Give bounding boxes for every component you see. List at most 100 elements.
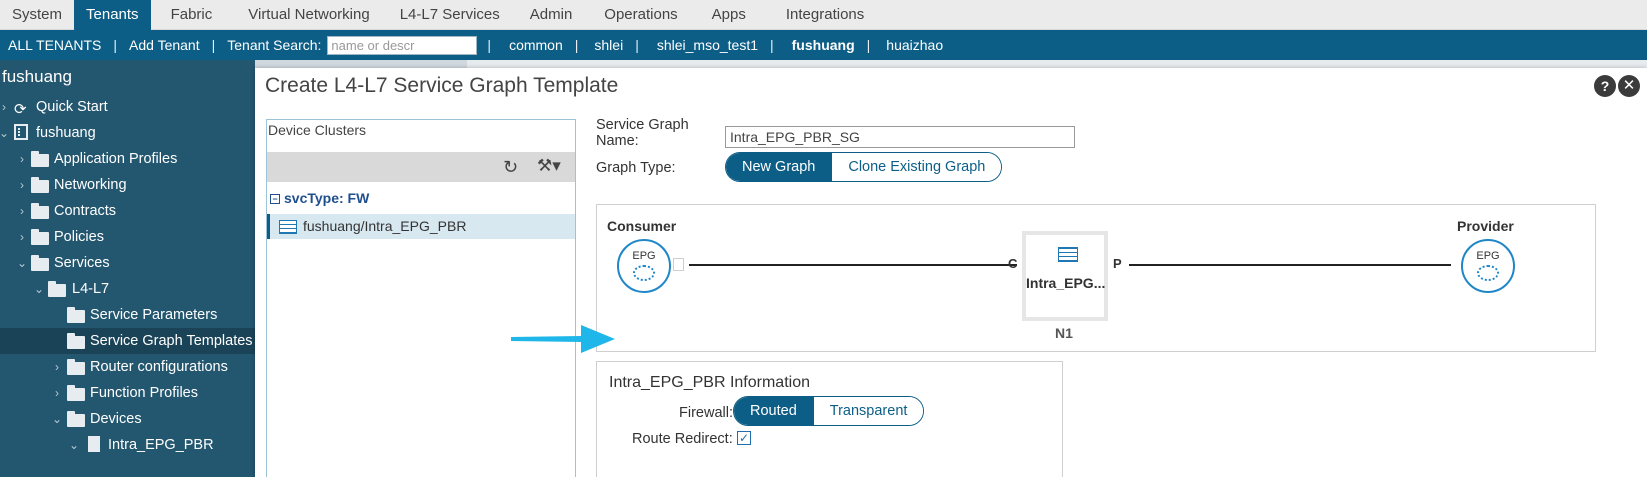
tenant-link-shlei[interactable]: shlei bbox=[582, 37, 631, 53]
epg-text: EPG bbox=[632, 250, 656, 262]
nav-item-label: Devices bbox=[90, 411, 142, 427]
chevron-right-icon[interactable]: › bbox=[16, 198, 28, 224]
chevron-right-icon[interactable]: › bbox=[16, 146, 28, 172]
nav-item-intra-epg-pbr[interactable]: ⌄ Intra_EPG_PBR bbox=[0, 432, 255, 458]
main-header-strip bbox=[255, 60, 1647, 68]
chevron-right-icon[interactable]: › bbox=[16, 172, 28, 198]
epg-text: EPG bbox=[1476, 250, 1500, 262]
service-graph-name-label: Service Graph Name: bbox=[596, 117, 689, 149]
nav-item-label: Services bbox=[54, 255, 110, 271]
separator: | bbox=[487, 37, 492, 53]
device-clusters-panel: Device Clusters ↻ ⚒▾ − svcType: FW fushua… bbox=[266, 119, 576, 477]
node-information-panel: Intra_EPG_PBR Information Firewall: Rout… bbox=[596, 361, 1063, 477]
nav-item-l4-l7[interactable]: ⌄ L4-L7 bbox=[0, 276, 255, 302]
transparent-option[interactable]: Transparent bbox=[812, 397, 924, 425]
tab-operations[interactable]: Operations bbox=[584, 0, 689, 30]
tab-integrations[interactable]: Integrations bbox=[758, 0, 876, 30]
nav-item-contracts[interactable]: › Contracts bbox=[0, 198, 255, 224]
nav-item-networking[interactable]: › Networking bbox=[0, 172, 255, 198]
folder-icon bbox=[31, 203, 49, 219]
tools-icon[interactable]: ⚒▾ bbox=[537, 156, 561, 176]
tab-apps[interactable]: Apps bbox=[690, 0, 758, 30]
device-clusters-title: Device Clusters bbox=[268, 122, 367, 138]
route-redirect-checkbox[interactable]: ✓ bbox=[737, 431, 751, 445]
service-graph-name-input[interactable] bbox=[725, 126, 1075, 148]
service-node-n1[interactable]: Intra_EPG... bbox=[1022, 231, 1108, 321]
tab-virtual-networking[interactable]: Virtual Networking bbox=[224, 0, 381, 30]
tab-admin[interactable]: Admin bbox=[512, 0, 585, 30]
node-information-title: Intra_EPG_PBR Information bbox=[609, 374, 810, 391]
epg-glyph bbox=[1477, 265, 1499, 281]
nav-item-policies[interactable]: › Policies bbox=[0, 224, 255, 250]
nav-item-devices[interactable]: ⌄ Devices bbox=[0, 406, 255, 432]
nav-title: fushuang bbox=[2, 67, 72, 86]
separator: | bbox=[770, 37, 774, 53]
add-tenant-link[interactable]: Add Tenant bbox=[121, 37, 208, 53]
nav-item-router-configurations[interactable]: › Router configurations bbox=[0, 354, 255, 380]
nav-item-services[interactable]: ⌄ Services bbox=[0, 250, 255, 276]
nav-item-application-profiles[interactable]: › Application Profiles bbox=[0, 146, 255, 172]
provider-epg-icon[interactable]: EPG bbox=[1461, 239, 1515, 293]
device-cluster-label: fushuang/Intra_EPG_PBR bbox=[303, 218, 467, 234]
create-service-graph-dialog: Create L4-L7 Service Graph Template ? ✕ … bbox=[255, 68, 1647, 477]
chevron-down-icon[interactable]: ⌄ bbox=[68, 432, 80, 458]
provider-label: Provider bbox=[1457, 218, 1514, 234]
consumer-epg-icon[interactable]: EPG bbox=[617, 239, 671, 293]
nav-item-function-profiles[interactable]: › Function Profiles bbox=[0, 380, 255, 406]
svctype-label: svcType: FW bbox=[284, 190, 370, 206]
chevron-down-icon[interactable]: ⌄ bbox=[16, 250, 28, 276]
chevron-right-icon[interactable]: › bbox=[51, 380, 63, 406]
firewall-label: Firewall: bbox=[679, 405, 733, 421]
graph-type-label: Graph Type: bbox=[596, 160, 676, 176]
tenant-link-shlei-mso-test1[interactable]: shlei_mso_test1 bbox=[643, 37, 766, 53]
folder-icon bbox=[67, 411, 85, 427]
refresh-icon[interactable]: ↻ bbox=[503, 157, 518, 178]
tab-l4-l7-services[interactable]: L4-L7 Services bbox=[382, 0, 512, 30]
consumer-port[interactable] bbox=[673, 258, 684, 271]
chevron-right-icon[interactable]: › bbox=[16, 224, 28, 250]
tenant-link-common[interactable]: common bbox=[495, 37, 571, 53]
folder-icon bbox=[67, 359, 85, 375]
clone-existing-graph-option[interactable]: Clone Existing Graph bbox=[831, 153, 1002, 181]
tab-tenants[interactable]: Tenants bbox=[74, 0, 151, 30]
tab-fabric[interactable]: Fabric bbox=[151, 0, 225, 30]
folder-icon bbox=[67, 333, 85, 349]
tenant-link-huaizhao[interactable]: huaizhao bbox=[874, 37, 951, 53]
nav-item-label: Intra_EPG_PBR bbox=[108, 437, 214, 453]
chevron-down-icon[interactable]: ⌄ bbox=[51, 406, 63, 432]
chevron-down-icon[interactable]: ⌄ bbox=[33, 276, 45, 302]
nav-item-service-graph-templates[interactable]: Service Graph Templates bbox=[0, 328, 255, 354]
nav-item-label: Service Graph Templates bbox=[90, 333, 253, 349]
new-graph-option[interactable]: New Graph bbox=[726, 153, 832, 181]
provider-port-label: P bbox=[1113, 256, 1122, 271]
top-menu: System Tenants Fabric Virtual Networking… bbox=[0, 0, 1647, 30]
consumer-port-label: C bbox=[1008, 256, 1018, 271]
separator: | bbox=[211, 37, 216, 53]
collapse-icon[interactable]: − bbox=[270, 194, 280, 204]
tenant-search-input[interactable] bbox=[327, 35, 478, 55]
nav-item-quick-start[interactable]: › ⟳ Quick Start bbox=[0, 94, 255, 120]
nav-item-tenant-fushuang[interactable]: ⌄ fushuang bbox=[0, 120, 255, 146]
device-clusters-toolbar: ↻ ⚒▾ bbox=[267, 152, 575, 182]
help-icon[interactable]: ? bbox=[1594, 75, 1616, 97]
folder-icon bbox=[48, 281, 66, 297]
chevron-right-icon[interactable]: › bbox=[0, 94, 10, 120]
route-redirect-label: Route Redirect: bbox=[632, 431, 733, 447]
firewall-mode-toggle: Routed Transparent bbox=[733, 396, 925, 426]
device-cluster-item[interactable]: fushuang/Intra_EPG_PBR bbox=[267, 214, 575, 239]
nav-item-service-parameters[interactable]: Service Parameters bbox=[0, 302, 255, 328]
svctype-group[interactable]: − svcType: FW bbox=[270, 190, 369, 206]
routed-option[interactable]: Routed bbox=[734, 397, 813, 425]
tenant-link-fushuang[interactable]: fushuang bbox=[778, 37, 863, 53]
consumer-connector bbox=[689, 264, 1017, 266]
chevron-down-icon[interactable]: ⌄ bbox=[0, 120, 10, 146]
service-node-name: Intra_EPG... bbox=[1026, 275, 1106, 291]
graph-canvas[interactable]: Consumer EPG C Intra_EPG... P N1 Provide… bbox=[596, 204, 1596, 352]
firewall-icon bbox=[279, 220, 297, 234]
all-tenants-link[interactable]: ALL TENANTS bbox=[0, 37, 109, 53]
consumer-label: Consumer bbox=[607, 218, 677, 234]
close-icon[interactable]: ✕ bbox=[1618, 75, 1640, 97]
tab-system[interactable]: System bbox=[0, 0, 74, 30]
folder-icon bbox=[67, 307, 85, 323]
chevron-right-icon[interactable]: › bbox=[51, 354, 63, 380]
